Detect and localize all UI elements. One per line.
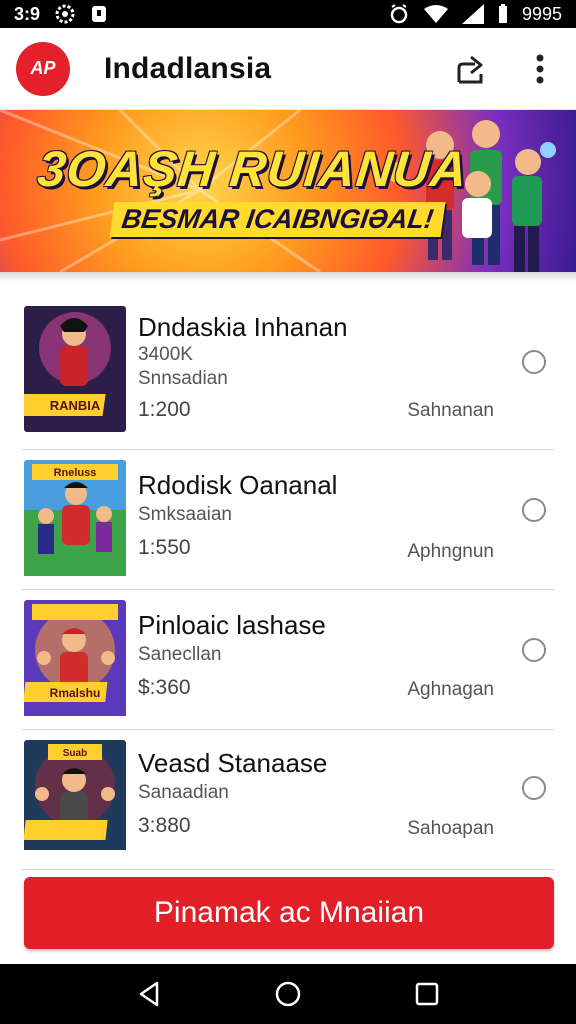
game-category: Sanaadian xyxy=(138,782,229,803)
list-item[interactable]: Suab Veasd Stanaase Sanaadian 3:880 Saho… xyxy=(22,730,554,870)
select-radio[interactable] xyxy=(522,498,546,522)
wifi-icon xyxy=(423,4,448,24)
status-bar: 3:9 9995 xyxy=(0,0,576,28)
status-left: 3:9 xyxy=(14,3,108,25)
more-options-button[interactable] xyxy=(520,49,560,89)
thumbnail-caption: Rneluss xyxy=(54,467,97,479)
select-radio[interactable] xyxy=(522,350,546,374)
app-actions xyxy=(450,49,560,89)
home-icon xyxy=(275,981,301,1007)
back-icon xyxy=(140,981,159,1007)
share-icon xyxy=(457,55,483,83)
banner-title: 3OAŞH RUIANUA xyxy=(35,141,471,197)
settings-gear-icon xyxy=(54,3,76,25)
game-title: Veasd Stanaase xyxy=(138,748,328,778)
game-price: 1:550 xyxy=(138,536,191,559)
select-radio[interactable] xyxy=(522,776,546,800)
game-price: $:360 xyxy=(138,676,191,699)
game-title: Pinloaic lashase xyxy=(138,610,326,640)
banner-subtitle: BESMAR ICAIBNGIƏAL! xyxy=(109,202,446,237)
battery-level: 9995 xyxy=(521,3,562,24)
thumbnail-caption: Suab xyxy=(63,748,87,759)
more-vert-icon xyxy=(536,54,544,83)
status-time: 3:9 xyxy=(14,3,41,24)
list-item[interactable]: Rneluss Rdodisk Oananal Smksaaian 1:550 … xyxy=(22,450,554,590)
game-title: Rdodisk Oananal xyxy=(138,470,338,500)
primary-action-button[interactable]: Pinamak ac Mnaiian xyxy=(24,877,554,949)
notification-icon xyxy=(90,4,108,24)
recents-icon xyxy=(415,982,438,1006)
game-list: RANBIA Dndaskia Inhanan 3400K Snnsadian … xyxy=(0,290,576,870)
game-category: Smksaaian xyxy=(138,504,232,525)
game-action-label[interactable]: Aghnagan xyxy=(407,679,494,701)
recents-button[interactable] xyxy=(407,974,447,1014)
game-thumbnail: Rmalshu xyxy=(24,600,126,726)
share-button[interactable] xyxy=(450,49,490,89)
game-downloads: 3400K xyxy=(138,344,193,365)
logo-text: AP xyxy=(30,58,56,78)
game-thumbnail: Rneluss xyxy=(24,460,126,586)
game-action-label[interactable]: Sahnanan xyxy=(407,400,494,422)
app-bar: AP Indadlansia xyxy=(0,28,576,110)
list-item[interactable]: Rmalshu Pinloaic lashase Sanecllan $:360… xyxy=(22,590,554,730)
thumbnail-caption: RANBIA xyxy=(50,398,101,413)
select-radio[interactable] xyxy=(522,638,546,662)
game-thumbnail: Suab xyxy=(24,740,126,866)
game-action-label[interactable]: Aphngnun xyxy=(407,541,494,563)
status-right: 9995 xyxy=(388,3,562,25)
app-logo[interactable]: AP xyxy=(16,41,70,96)
home-button[interactable] xyxy=(268,974,308,1014)
system-nav-bar xyxy=(0,964,576,1024)
list-item[interactable]: RANBIA Dndaskia Inhanan 3400K Snnsadian … xyxy=(22,290,554,450)
game-price: 1:200 xyxy=(138,398,191,421)
promo-banner[interactable]: 3OAŞH RUIANUA BESMAR ICAIBNGIƏAL! xyxy=(0,110,576,272)
banner-divider xyxy=(0,272,576,282)
game-title: Dndaskia Inhanan xyxy=(138,312,348,342)
alarm-icon xyxy=(388,3,410,25)
signal-icon xyxy=(461,4,484,24)
game-category: Snnsadian xyxy=(138,368,228,389)
game-thumbnail: RANBIA xyxy=(24,306,126,432)
thumbnail-caption: Rmalshu xyxy=(50,686,101,700)
battery-icon xyxy=(498,4,508,24)
game-price: 3:880 xyxy=(138,814,191,837)
game-action-label[interactable]: Sahoapan xyxy=(407,818,494,840)
page-title: Indadlansia xyxy=(104,51,272,85)
back-button[interactable] xyxy=(129,974,169,1014)
game-category: Sanecllan xyxy=(138,644,222,665)
